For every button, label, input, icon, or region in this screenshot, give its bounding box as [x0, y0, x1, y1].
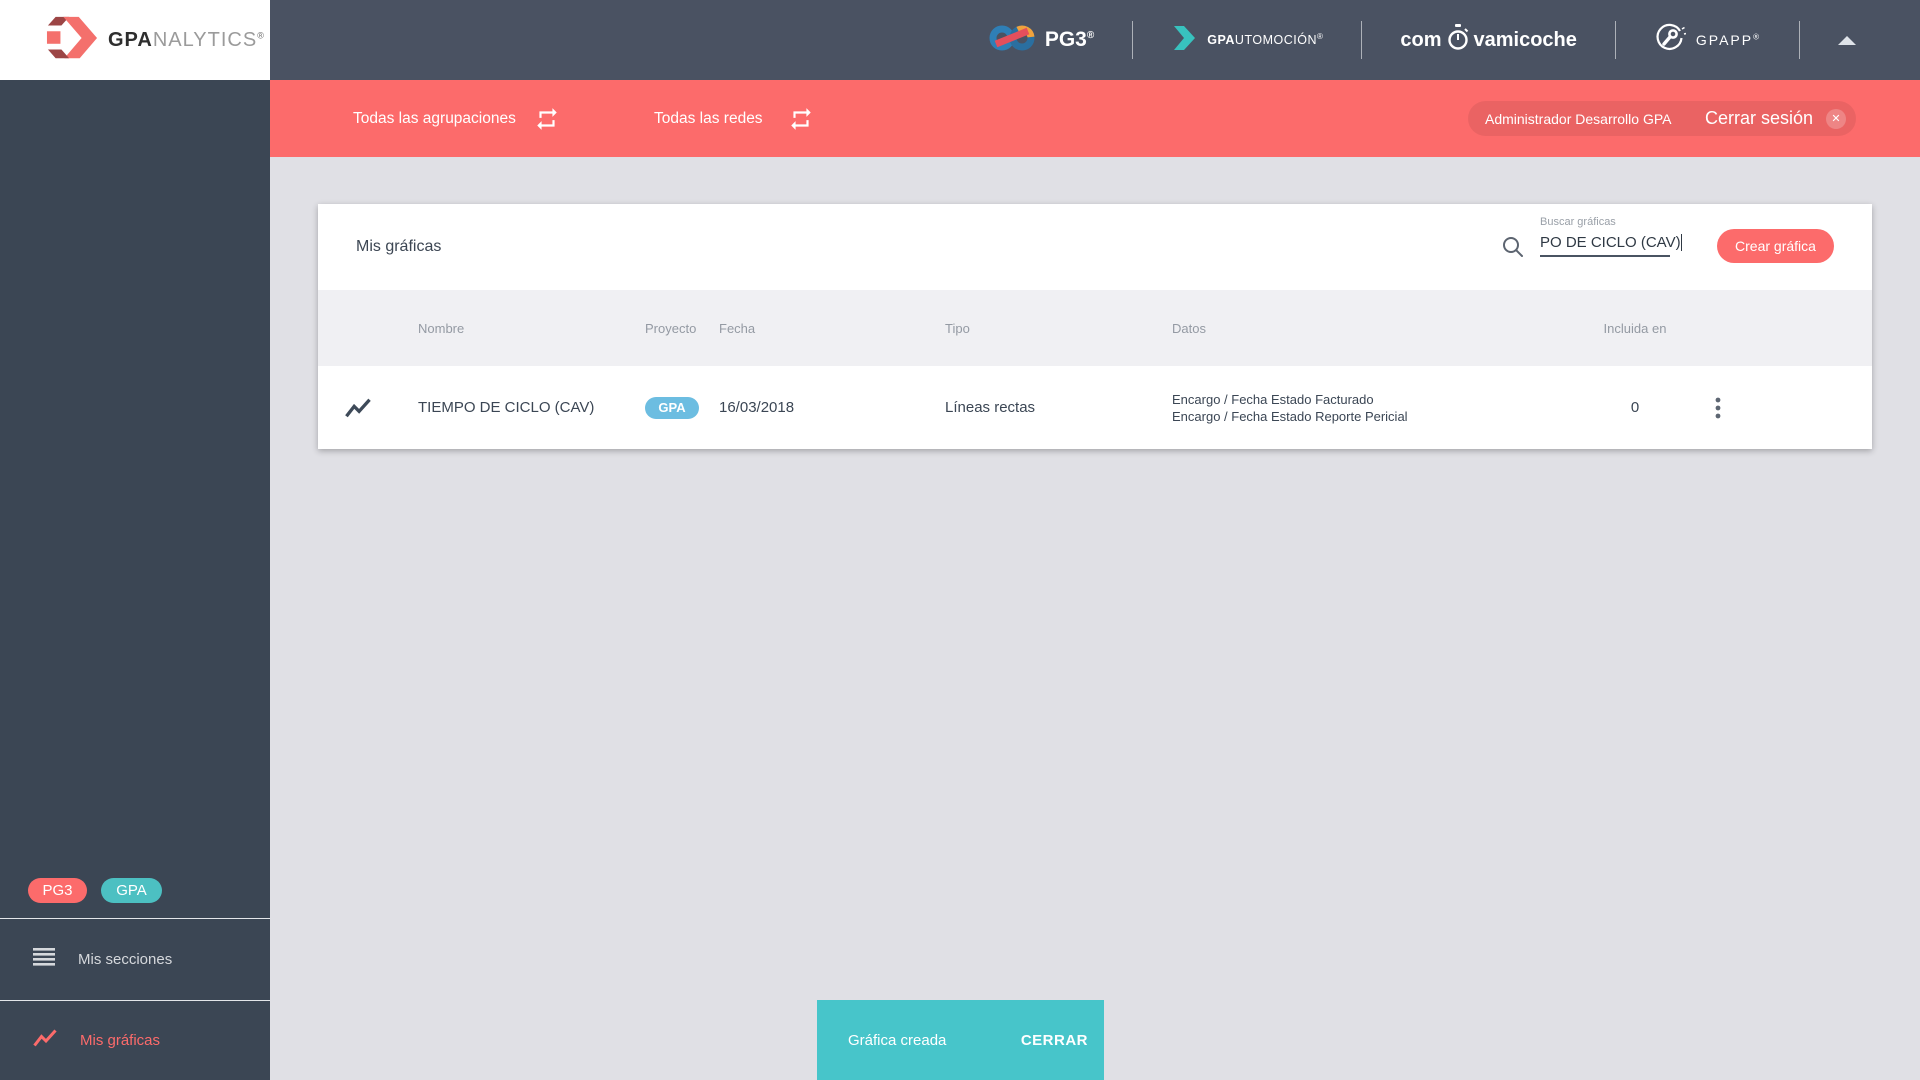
project-badge: GPA [645, 396, 699, 419]
col-header-proyecto: Proyecto [645, 320, 697, 336]
toast-message: Gráfica creada [848, 1031, 947, 1049]
header-separator [1361, 21, 1363, 59]
gpanalytics-logo-icon [46, 15, 98, 66]
user-session-pill: Administrador Desarrollo GPA Cerrar sesi… [1468, 101, 1856, 136]
gpautomocion-arrow-icon [1171, 25, 1197, 56]
sidebar: PG3 GPA Mis secciones Mis gráficas [0, 80, 270, 1080]
sidebar-item-mis-graficas[interactable]: Mis gráficas [0, 1001, 270, 1080]
sidebar-item-mis-secciones[interactable]: Mis secciones [0, 919, 270, 1000]
sidebar-badge-pg3[interactable]: PG3 [28, 878, 87, 903]
row-data-line: Encargo / Fecha Estado Reporte Pericial [1172, 408, 1408, 424]
brand-nalytics: NALYTICS [152, 28, 258, 51]
header-separator [1799, 21, 1800, 59]
sidebar-badge-gpa[interactable]: GPA [101, 878, 162, 903]
row-menu-dots-icon[interactable] [1675, 396, 1760, 420]
gpapp-logo: GPAPP® [1654, 22, 1761, 59]
brand-panel: GPANALYTICS® [0, 0, 270, 80]
gpapp-wrench-icon [1654, 22, 1687, 59]
gpautomocion-label: GPAUTOMOCIÓN® [1207, 32, 1324, 48]
row-included-count: 0 [1630, 399, 1640, 416]
search-input[interactable]: Buscar gráficas PO DE CICLO (CAV) [1540, 216, 1683, 257]
search-input-underline [1540, 255, 1670, 257]
row-data-line: Encargo / Fecha Estado Facturado [1172, 391, 1374, 407]
create-chart-button[interactable]: Crear gráfica [1717, 229, 1834, 263]
toast-snackbar: Gráfica creada CERRAR [817, 1000, 1104, 1080]
row-project-cell: GPA [645, 396, 719, 419]
row-name: TIEMPO DE CICLO (CAV) [418, 399, 595, 416]
sidebar-badges: PG3 GPA [28, 878, 162, 903]
compravamicoche-pre: com [1400, 28, 1442, 51]
swap-agrupaciones-icon[interactable] [534, 106, 560, 132]
sidebar-item-label: Mis gráficas [80, 1032, 161, 1049]
row-chart-type-icon [318, 397, 418, 419]
logout-close-icon[interactable]: ✕ [1826, 108, 1846, 129]
search-icon[interactable] [1501, 235, 1525, 264]
col-header-incluida-en: Incluida en [1603, 320, 1667, 336]
agrupaciones-filter[interactable]: Todas las agrupaciones [353, 80, 516, 157]
line-chart-icon [33, 1028, 57, 1053]
text-caret [1680, 234, 1683, 251]
card-header: Mis gráficas Buscar gráficas PO DE CICLO… [318, 204, 1872, 290]
compravamicoche-logo: com vamicoche [1400, 24, 1577, 56]
pg3-logo: PG3® [989, 22, 1094, 59]
filter-bar: Todas las agrupaciones Todas las redes A… [270, 80, 1920, 157]
col-header-nombre: Nombre [418, 320, 465, 336]
header-separator [1132, 21, 1134, 59]
search-input-value: PO DE CICLO (CAV) [1540, 234, 1683, 251]
header-separator [1614, 21, 1616, 59]
brand-registered-mark: ® [257, 29, 265, 40]
redes-filter[interactable]: Todas las redes [654, 80, 763, 157]
logout-button[interactable]: Cerrar sesión [1705, 108, 1813, 129]
pg3-infinity-icon [989, 22, 1035, 59]
sections-icon [33, 948, 55, 971]
compravamicoche-post: vamicoche [1473, 28, 1577, 51]
table-header-row: Nombre Proyecto Fecha Tipo Datos Incluid… [318, 290, 1872, 366]
col-header-datos: Datos [1172, 320, 1206, 336]
top-header: PG3® GPAUTOMOCIÓN® com vamicoche GPAPP® [270, 0, 1920, 80]
page-title: Mis gráficas [356, 238, 442, 255]
current-user-label: Administrador Desarrollo GPA [1485, 110, 1672, 127]
pg3-label: PG3® [1044, 28, 1095, 51]
brand-wordmark: GPANALYTICS® [108, 29, 265, 52]
brand-gpa: GPA [108, 28, 153, 51]
gpautomocion-logo: GPAUTOMOCIÓN® [1171, 25, 1323, 56]
toast-close-button[interactable]: CERRAR [1021, 1032, 1088, 1049]
row-data-fields: Encargo / Fecha Estado Facturado Encargo… [1172, 391, 1595, 425]
row-date: 16/03/2018 [719, 399, 795, 416]
stopwatch-icon [1446, 24, 1470, 56]
search-input-label: Buscar gráficas [1540, 216, 1616, 228]
sidebar-item-label: Mis secciones [78, 951, 173, 968]
row-type: Líneas rectas [945, 399, 1036, 416]
swap-redes-icon[interactable] [788, 106, 814, 132]
mis-graficas-card: Mis gráficas Buscar gráficas PO DE CICLO… [318, 204, 1872, 449]
col-header-fecha: Fecha [719, 320, 756, 336]
col-header-tipo: Tipo [945, 320, 970, 336]
table-row[interactable]: TIEMPO DE CICLO (CAV) GPA 16/03/2018 Lín… [318, 366, 1872, 449]
collapse-header-arrow-icon[interactable] [1838, 35, 1856, 45]
gpapp-label: GPAPP® [1695, 32, 1761, 48]
